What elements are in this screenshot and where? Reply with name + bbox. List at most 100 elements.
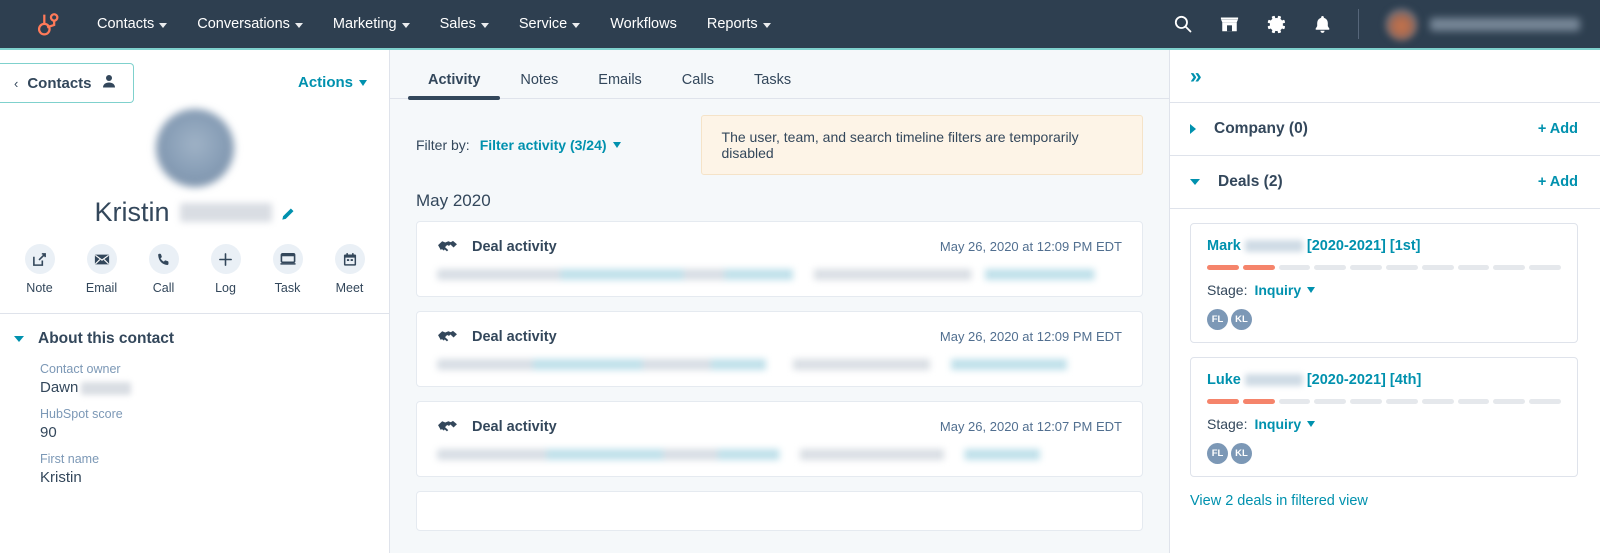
activity-timestamp: May 26, 2020 at 12:09 PM EDT <box>939 329 1122 344</box>
quick-action-note[interactable]: Note <box>14 244 66 295</box>
nav-item-service[interactable]: Service <box>504 0 595 48</box>
stage-segment <box>1242 265 1275 270</box>
tab-calls[interactable]: Calls <box>662 50 734 98</box>
timeline-month-header: May 2020 <box>416 191 491 210</box>
property-value[interactable]: 90 <box>40 424 389 441</box>
activity-title: Deal activity <box>472 238 557 255</box>
chevron-right-icon[interactable] <box>1190 124 1196 134</box>
activity-card[interactable]: Deal activity May 26, 2020 at 12:07 PM E… <box>416 401 1143 477</box>
owner-avatar[interactable]: FL <box>1207 309 1228 330</box>
notifications-bell-icon[interactable] <box>1313 14 1332 35</box>
activity-card[interactable] <box>416 491 1143 531</box>
stage-segment <box>1457 265 1490 270</box>
deal-card[interactable]: Mark [2020-2021] [1st] Stage: Inquiry FL… <box>1190 223 1578 343</box>
search-icon[interactable] <box>1173 14 1193 34</box>
page-title: Kristin <box>94 197 170 227</box>
nav-item-sales[interactable]: Sales <box>425 0 504 48</box>
add-deal-button[interactable]: + Add <box>1538 174 1578 190</box>
back-to-contacts-button[interactable]: ‹ Contacts <box>0 63 134 103</box>
deal-stage-row: Stage: Inquiry <box>1207 282 1561 298</box>
deal-name-link[interactable]: Mark [2020-2021] [1st] <box>1207 238 1561 254</box>
handshake-deal-icon <box>437 418 458 435</box>
about-section-header[interactable]: About this contact <box>0 314 389 348</box>
activity-card[interactable]: Deal activity May 26, 2020 at 12:09 PM E… <box>416 221 1143 297</box>
nav-item-workflows[interactable]: Workflows <box>595 0 692 48</box>
hubspot-sprocket-logo[interactable] <box>34 9 64 39</box>
stage-segment <box>1529 399 1561 404</box>
contact-sidebar: ‹ Contacts Actions Kristin Note Email Ca… <box>0 50 390 553</box>
nav-item-conversations[interactable]: Conversations <box>182 0 318 48</box>
quick-action-call[interactable]: Call <box>138 244 190 295</box>
property-value[interactable]: Dawn <box>40 379 389 396</box>
tab-notes[interactable]: Notes <box>500 50 578 98</box>
stage-segment <box>1493 399 1526 404</box>
chevron-down-icon[interactable] <box>1190 179 1200 185</box>
chevron-down-icon <box>401 22 410 28</box>
view-deals-link[interactable]: View 2 deals in filtered view <box>1170 491 1600 509</box>
double-chevron-right-icon[interactable]: » <box>1190 65 1202 88</box>
quick-action-meet[interactable]: Meet <box>324 244 376 295</box>
stage-segment <box>1207 265 1239 270</box>
stage-segment <box>1421 265 1454 270</box>
handshake-deal-icon <box>437 328 458 345</box>
nav-label: Workflows <box>610 16 677 32</box>
settings-gear-icon[interactable] <box>1266 14 1287 35</box>
chevron-down-icon <box>572 22 581 28</box>
tab-label: Calls <box>681 72 715 88</box>
section-deals[interactable]: Deals (2) + Add <box>1170 156 1600 209</box>
stage-segment <box>1278 265 1311 270</box>
filter-activity-dropdown[interactable]: Filter activity (3/24) <box>480 137 621 153</box>
stage-segment <box>1457 399 1490 404</box>
property-value[interactable]: Kristin <box>40 469 389 486</box>
stage-segment <box>1529 265 1561 270</box>
owner-avatar[interactable]: KL <box>1231 309 1252 330</box>
deal-name-link[interactable]: Luke [2020-2021] [4th] <box>1207 372 1561 388</box>
email-envelope-icon <box>86 244 117 274</box>
tab-activity[interactable]: Activity <box>408 50 501 100</box>
pencil-edit-icon[interactable] <box>280 207 295 222</box>
quick-action-task[interactable]: Task <box>262 244 314 295</box>
stage-dropdown[interactable]: Inquiry <box>1254 416 1316 432</box>
section-company[interactable]: Company (0) + Add <box>1170 103 1600 156</box>
nav-utility-icons <box>1173 7 1600 41</box>
stage-dropdown[interactable]: Inquiry <box>1254 282 1316 298</box>
stage-segment <box>1350 399 1382 404</box>
activity-panel: Activity Notes Emails Calls Tasks Filter… <box>390 50 1170 553</box>
tab-tasks[interactable]: Tasks <box>734 50 811 98</box>
contact-hero: Kristin Note Email Call Log Task Meet <box>0 109 389 295</box>
chevron-down-icon[interactable] <box>14 336 24 342</box>
property-label: First name <box>40 452 100 466</box>
add-company-button[interactable]: + Add <box>1538 121 1578 137</box>
deal-name-prefix: Mark <box>1207 238 1241 254</box>
stage-segment <box>1385 399 1418 404</box>
deal-name-redacted <box>1244 374 1303 387</box>
activity-card-header: Deal activity May 26, 2020 at 12:09 PM E… <box>437 238 1122 255</box>
owner-avatar[interactable]: FL <box>1207 443 1228 464</box>
nav-item-marketing[interactable]: Marketing <box>318 0 425 48</box>
marketplace-icon[interactable] <box>1219 14 1240 34</box>
contact-properties: Contact owner Dawn HubSpot score 90 Firs… <box>0 348 389 486</box>
section-title: Deals (2) <box>1218 173 1283 190</box>
chevron-down-icon <box>159 22 168 28</box>
activity-body-redacted <box>437 359 1122 370</box>
nav-item-contacts[interactable]: Contacts <box>82 0 182 48</box>
owner-last-name-redacted <box>81 381 132 395</box>
activity-timestamp: May 26, 2020 at 12:07 PM EDT <box>939 419 1122 434</box>
filter-by-label: Filter by: <box>416 137 470 153</box>
nav-item-reports[interactable]: Reports <box>692 0 786 48</box>
quick-action-log[interactable]: Log <box>200 244 252 295</box>
user-account-menu[interactable] <box>1385 7 1580 41</box>
actions-dropdown-button[interactable]: Actions <box>298 74 367 91</box>
activity-card[interactable]: Deal activity May 26, 2020 at 12:09 PM E… <box>416 311 1143 387</box>
page-body: ‹ Contacts Actions Kristin Note Email Ca… <box>0 50 1600 553</box>
quick-action-label: Meet <box>335 281 364 295</box>
actions-label: Actions <box>297 74 353 91</box>
section-title: Company (0) <box>1214 120 1308 137</box>
chevron-down-icon <box>1307 421 1316 427</box>
owner-avatar[interactable]: KL <box>1231 443 1252 464</box>
tab-emails[interactable]: Emails <box>578 50 662 98</box>
stage-segment <box>1314 399 1347 404</box>
stage-label: Stage: <box>1207 416 1248 432</box>
deal-card[interactable]: Luke [2020-2021] [4th] Stage: Inquiry FL… <box>1190 357 1578 477</box>
quick-action-email[interactable]: Email <box>76 244 128 295</box>
